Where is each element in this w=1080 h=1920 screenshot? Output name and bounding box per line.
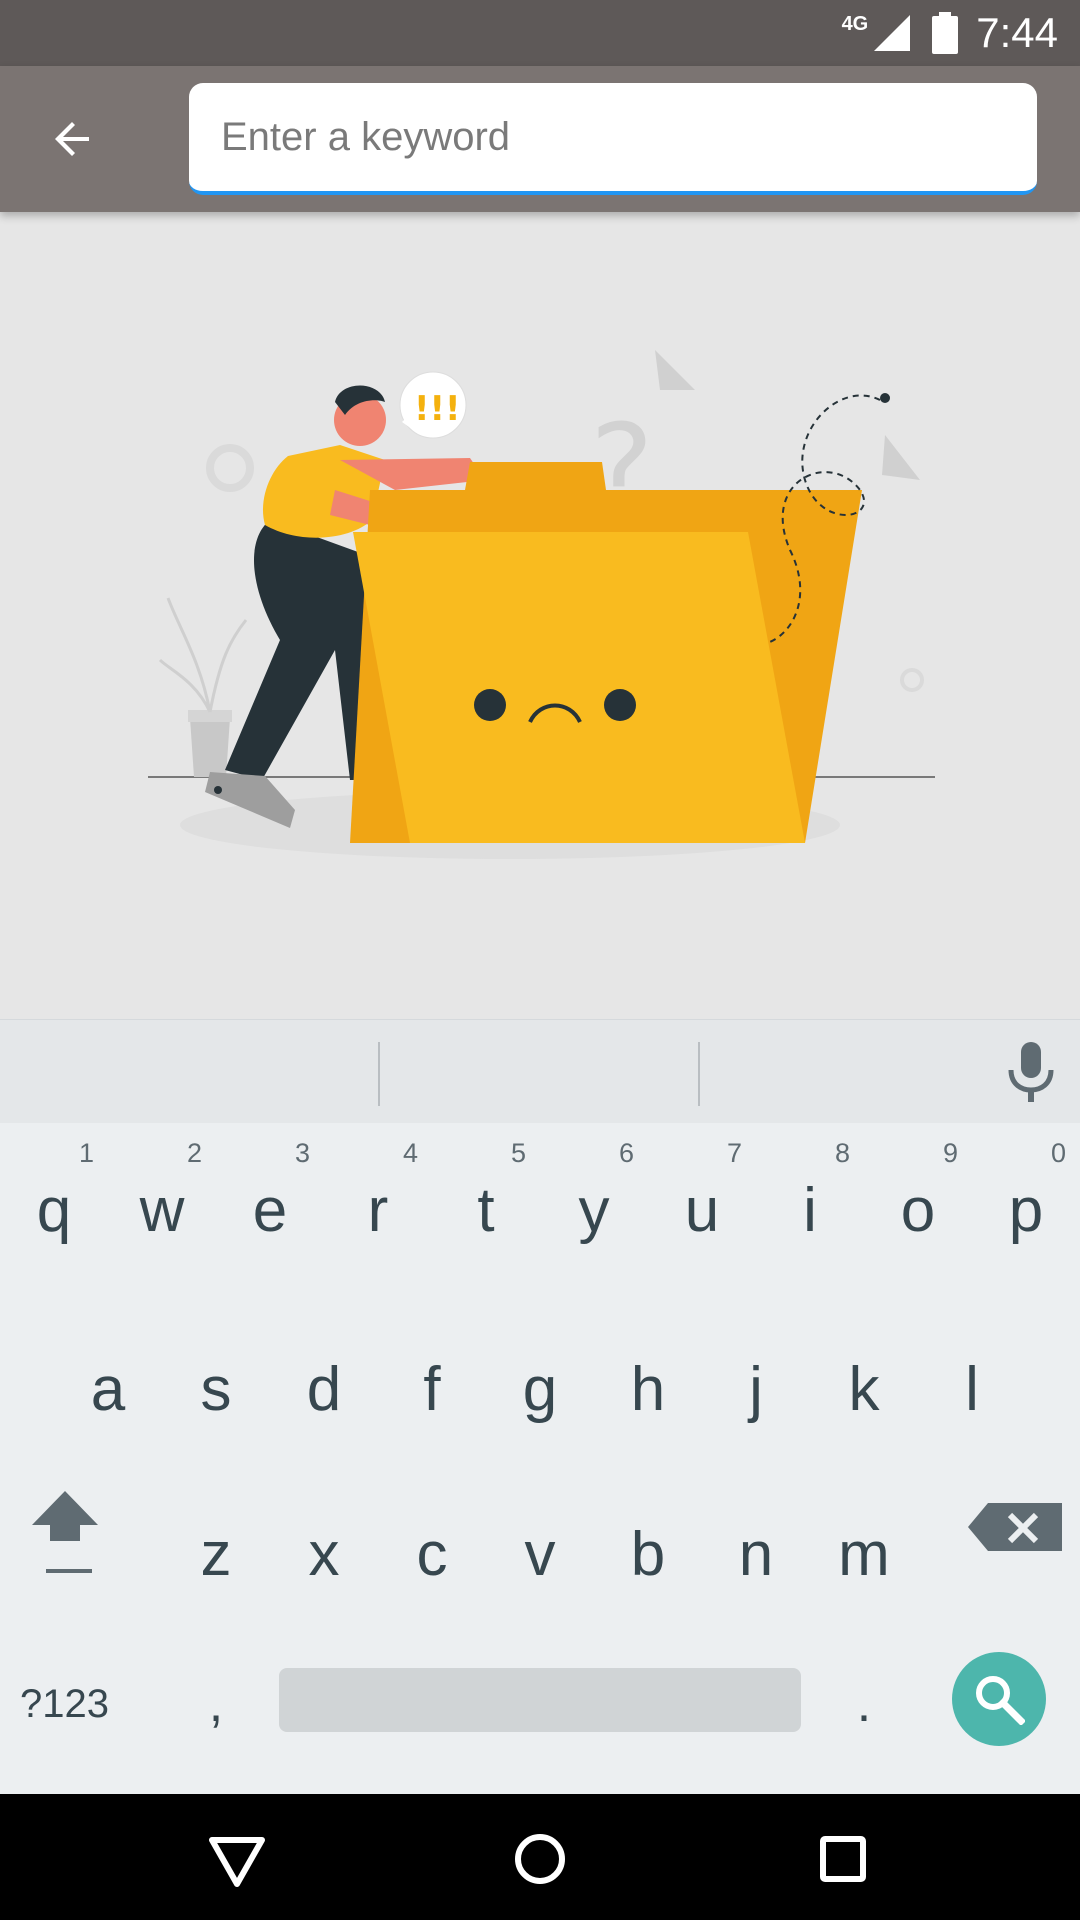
- key-n[interactable]: n: [702, 1479, 810, 1629]
- search-field[interactable]: [189, 83, 1037, 195]
- key-h[interactable]: h: [594, 1314, 702, 1464]
- suggestion-strip: [0, 1019, 1080, 1123]
- key-g[interactable]: g: [486, 1314, 594, 1464]
- status-bar: 4G 7:44: [0, 0, 1080, 66]
- key-s[interactable]: s: [162, 1314, 270, 1464]
- square-recents-icon: [820, 1836, 866, 1882]
- key-f[interactable]: f: [378, 1314, 486, 1464]
- voice-input-button[interactable]: [1003, 1040, 1059, 1104]
- arrow-left-icon: [55, 122, 89, 156]
- key-q[interactable]: 1q: [0, 1124, 108, 1274]
- key-d[interactable]: d: [270, 1314, 378, 1464]
- key-z[interactable]: z: [162, 1479, 270, 1629]
- key-y[interactable]: 6y: [540, 1124, 648, 1274]
- key-p[interactable]: 0p: [972, 1124, 1080, 1274]
- system-navigation-bar: [0, 1794, 1080, 1920]
- network-type: 4G: [841, 12, 869, 35]
- key-t[interactable]: 5t: [432, 1124, 540, 1274]
- search-input[interactable]: [221, 83, 1037, 191]
- key-c[interactable]: c: [378, 1479, 486, 1629]
- empty-folder-illustration: ? !!!: [148, 350, 935, 859]
- key-i[interactable]: 8i: [756, 1124, 864, 1274]
- shift-key[interactable]: [30, 1489, 140, 1599]
- battery-icon: [932, 12, 959, 54]
- search-icon: [976, 1676, 1025, 1725]
- symbols-key[interactable]: ?123: [20, 1659, 140, 1749]
- suggestion-divider: [698, 1042, 700, 1106]
- key-a[interactable]: a: [54, 1314, 162, 1464]
- key-k[interactable]: k: [810, 1314, 918, 1464]
- key-w[interactable]: 2w: [108, 1124, 216, 1274]
- signal-icon: [874, 15, 911, 51]
- suggestion-divider: [378, 1042, 380, 1106]
- microphone-icon: [1008, 1042, 1054, 1102]
- comma-key[interactable]: ,: [176, 1659, 256, 1749]
- search-app-bar: [0, 66, 1080, 212]
- key-e[interactable]: 3e: [216, 1124, 324, 1274]
- key-r[interactable]: 4r: [324, 1124, 432, 1274]
- clock: 7:44: [976, 9, 1058, 56]
- back-button[interactable]: [36, 102, 110, 176]
- bubble-text: !!!: [414, 389, 461, 429]
- key-o[interactable]: 9o: [864, 1124, 972, 1274]
- nav-home-button[interactable]: [505, 1824, 575, 1894]
- space-key[interactable]: [279, 1668, 801, 1732]
- backspace-icon: [968, 1503, 1062, 1551]
- key-v[interactable]: v: [486, 1479, 594, 1629]
- period-key[interactable]: .: [824, 1659, 904, 1749]
- key-l[interactable]: l: [918, 1314, 1026, 1464]
- key-x[interactable]: x: [270, 1479, 378, 1629]
- key-b[interactable]: b: [594, 1479, 702, 1629]
- circle-home-icon: [515, 1834, 565, 1884]
- backspace-key[interactable]: [966, 1503, 1070, 1567]
- shift-icon: [32, 1491, 98, 1573]
- triangle-back-icon: [209, 1837, 265, 1887]
- key-m[interactable]: m: [810, 1479, 918, 1629]
- nav-recents-button[interactable]: [808, 1824, 878, 1894]
- search-action-key[interactable]: [952, 1652, 1046, 1746]
- key-j[interactable]: j: [702, 1314, 810, 1464]
- key-u[interactable]: 7u: [648, 1124, 756, 1274]
- soft-keyboard: 1q 2w 3e 4r 5t 6y 7u 8i 9o 0p a s d f g …: [0, 1019, 1080, 1794]
- nav-back-button[interactable]: [202, 1824, 272, 1894]
